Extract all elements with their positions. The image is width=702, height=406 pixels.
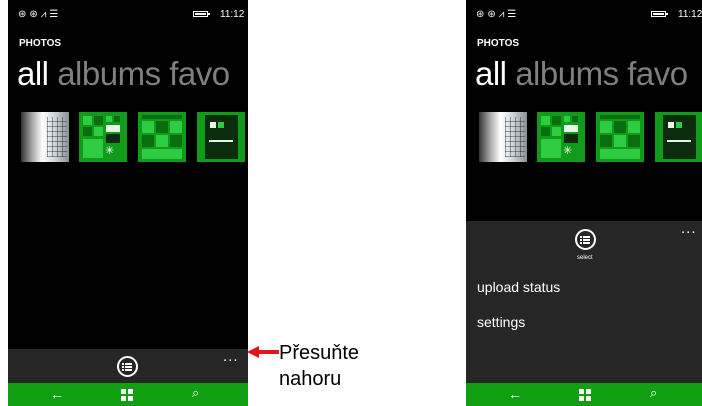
photo-grid: ✳ [21, 112, 248, 162]
windows-logo-icon[interactable] [579, 389, 591, 401]
pivot-header: all albums favo [475, 54, 688, 94]
status-bar: ⊛⊛⩘☰ 11:12 [8, 0, 248, 26]
navigation-bar: ← ⌕ [8, 383, 248, 406]
photo-thumbnail[interactable] [21, 112, 69, 162]
pivot-item-albums[interactable]: albums favo [57, 55, 230, 92]
select-list-icon[interactable] [575, 229, 596, 250]
photo-thumbnail[interactable] [479, 112, 527, 162]
navigation-bar: ← ⌕ [466, 383, 702, 406]
photo-thumbnail[interactable] [655, 112, 702, 162]
callout-label: Přesuňte nahoru [279, 340, 359, 392]
phone-screen-expanded: ⊛⊛⩘☰ 11:12 PHOTOS all albums favo ✳ ... … [466, 0, 702, 406]
photo-thumbnail[interactable] [596, 112, 644, 162]
pivot-item-albums[interactable]: albums favo [515, 55, 688, 92]
more-options-icon[interactable]: ... [681, 221, 697, 236]
photo-thumbnail[interactable] [197, 112, 245, 162]
select-list-icon[interactable] [117, 356, 138, 377]
pivot-item-all[interactable]: all [475, 55, 507, 92]
app-title: PHOTOS [477, 38, 520, 49]
status-bar: ⊛⊛⩘☰ 11:12 [466, 0, 702, 26]
pivot-header: all albums favo [17, 54, 230, 94]
more-options-icon[interactable]: ... [223, 349, 239, 364]
windows-logo-icon[interactable] [121, 389, 133, 401]
back-arrow-icon[interactable]: ← [508, 386, 522, 402]
search-icon[interactable]: ⌕ [192, 385, 199, 401]
photo-grid: ✳ [479, 112, 702, 162]
status-time: 11:12 [678, 9, 702, 20]
callout-line-2: nahoru [279, 368, 342, 390]
menu-item-upload-status[interactable]: upload status [477, 279, 560, 295]
status-icons: ⊛⊛⩘☰ [476, 9, 520, 20]
phone-screen-collapsed: ⊛⊛⩘☰ 11:12 PHOTOS all albums favo ✳ ... … [8, 0, 248, 406]
battery-icon [651, 11, 668, 17]
search-icon[interactable]: ⌕ [650, 385, 657, 401]
status-time: 11:12 [220, 9, 245, 20]
back-arrow-icon[interactable]: ← [50, 386, 64, 402]
photo-thumbnail[interactable]: ✳ [79, 112, 127, 162]
pivot-item-all[interactable]: all [17, 55, 49, 92]
select-label: select [577, 255, 593, 261]
menu-item-settings[interactable]: settings [477, 314, 525, 330]
app-title: PHOTOS [19, 38, 62, 49]
photo-thumbnail[interactable] [138, 112, 186, 162]
status-icons: ⊛⊛⩘☰ [18, 9, 62, 20]
battery-icon [193, 11, 210, 17]
photo-thumbnail[interactable]: ✳ [537, 112, 585, 162]
callout-arrow-icon [247, 346, 279, 358]
app-bar: ... [8, 349, 248, 383]
callout-line-1: Přesuňte [279, 342, 360, 364]
app-bar-expanded: ... select upload status settings [466, 221, 702, 383]
